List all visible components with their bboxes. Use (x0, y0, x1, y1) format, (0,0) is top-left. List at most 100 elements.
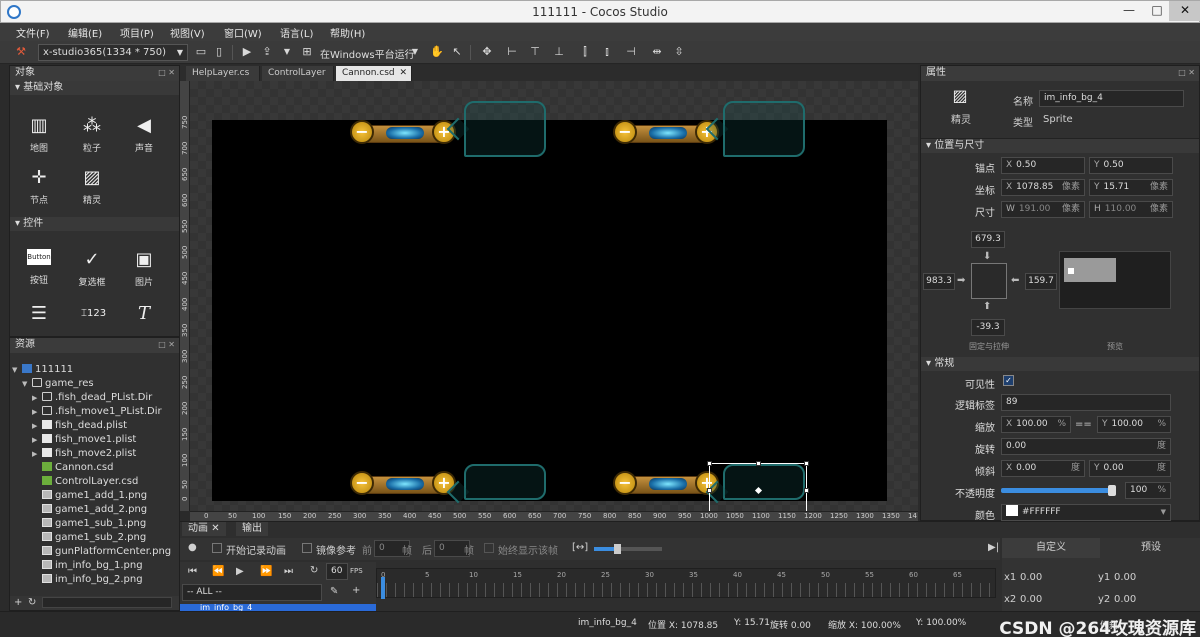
move-icon[interactable]: ✥ (480, 45, 494, 59)
info-background[interactable] (723, 101, 805, 157)
tab-controllayer[interactable]: ControlLayer (262, 66, 334, 81)
object-particle[interactable]: ⁂ 粒子 (67, 115, 117, 154)
panel-controls-icon[interactable]: □ ✕ (158, 66, 175, 80)
info-background[interactable] (464, 464, 546, 500)
anchor-x-input[interactable]: X 0.50 (1001, 157, 1085, 174)
timeline-ruler[interactable]: 0 5 10 15 20 25 30 35 40 45 50 55 60 65 (376, 568, 996, 599)
fit-width-icon[interactable]: [↔] (572, 542, 588, 553)
tree-item-file[interactable]: ▶ fish_dead.plist (32, 419, 127, 433)
run-target-label[interactable]: 在Windows平台运行 (320, 46, 415, 61)
tree-item-image[interactable]: game1_add_1.png (42, 489, 147, 503)
object-map[interactable]: ▥ 地图 (14, 115, 64, 154)
basic-objects-section[interactable]: ▾ 基础对象 (10, 81, 179, 95)
cannon-controls[interactable]: − + (613, 467, 723, 503)
menu-language[interactable]: 语言(L) (280, 25, 313, 40)
tree-item-file[interactable]: ▶ fish_move1.plist (32, 433, 136, 447)
resize-handle[interactable] (707, 461, 712, 466)
tag-input[interactable]: 89 (1001, 394, 1171, 411)
add-icon[interactable]: + (352, 585, 360, 596)
onion-checkbox[interactable] (302, 543, 312, 553)
filter-select[interactable]: -- ALL -- (182, 584, 322, 601)
loop-icon[interactable]: ↻ (310, 565, 318, 576)
visible-checkbox[interactable]: ✓ (1003, 375, 1014, 386)
export-icon[interactable]: ⇪ (260, 45, 274, 59)
tree-item-folder[interactable]: ▼ game_res (22, 377, 94, 391)
device-select[interactable]: x-studio365(1334 * 750) ▼ (38, 44, 188, 61)
first-frame-icon[interactable]: ⏮ (188, 566, 197, 577)
opacity-slider[interactable] (1001, 485, 1116, 496)
rotation-input[interactable]: 0.00 度 (1001, 438, 1171, 455)
hand-tool-icon[interactable]: ✋ (430, 45, 444, 59)
resize-handle[interactable] (804, 461, 809, 466)
landscape-icon[interactable]: ▭ (194, 45, 208, 59)
minus-icon[interactable]: − (613, 471, 637, 495)
resize-handle[interactable] (707, 488, 712, 493)
pin-up-icon[interactable]: ⬆ (983, 301, 991, 312)
tree-item-image[interactable]: gunPlatformCenter.png (42, 545, 171, 559)
design-stage[interactable] (212, 120, 887, 501)
anchor-y-input[interactable]: Y 0.50 (1089, 157, 1173, 174)
play-icon[interactable]: ▶ (236, 566, 244, 577)
tab-custom[interactable]: 自定义 (1002, 538, 1100, 558)
tree-item-image[interactable]: game1_add_2.png (42, 503, 147, 517)
opacity-slider-handle[interactable] (1108, 485, 1116, 496)
tab-animation[interactable]: 动画 ✕ (182, 522, 226, 536)
pin-down-icon[interactable]: ⬇ (983, 251, 991, 262)
cannon-controls[interactable]: − + (350, 467, 460, 503)
margin-right-field[interactable]: 159.7 (1025, 273, 1057, 290)
menu-project[interactable]: 项目(P) (120, 25, 154, 40)
x2-value[interactable]: 0.00 (1020, 594, 1042, 605)
align-bottom-icon[interactable]: ⊥ (552, 45, 566, 59)
panel-controls-icon[interactable]: □ ✕ (1178, 66, 1195, 80)
record-checkbox[interactable] (212, 543, 222, 553)
menu-edit[interactable]: 编辑(E) (68, 25, 102, 40)
close-icon[interactable]: ✕ (211, 523, 219, 534)
menu-window[interactable]: 窗口(W) (224, 25, 262, 40)
tree-item-image[interactable]: im_info_bg_2.png (42, 573, 143, 587)
pencil-icon[interactable]: ✎ (330, 586, 338, 597)
next-frame-icon[interactable]: ⏩ (260, 566, 272, 577)
minus-icon[interactable]: − (350, 471, 374, 495)
minimize-button[interactable]: — (1115, 1, 1143, 21)
color-picker[interactable]: #FFFFFF ▼ (1001, 504, 1171, 521)
tree-item-csd[interactable]: ControlLayer.csd (42, 475, 138, 489)
anchor-point-icon[interactable] (754, 486, 763, 495)
minus-icon[interactable]: − (350, 120, 374, 144)
y1-value[interactable]: 0.00 (1114, 572, 1136, 583)
tree-item-csd[interactable]: Cannon.csd (42, 461, 113, 475)
lock-ratio-toggle[interactable]: == (1075, 419, 1092, 430)
scene-canvas[interactable]: 750 700 650 600 550 500 450 400 350 300 … (180, 81, 918, 521)
skew-y-input[interactable]: Y 0.00 度 (1089, 460, 1171, 477)
size-w-input[interactable]: W 191.00 像素 (1001, 201, 1085, 218)
pin-left-icon[interactable]: ⬅ (1011, 275, 1019, 286)
opacity-input[interactable]: 100% (1125, 482, 1171, 499)
select-tool-icon[interactable]: ↖ (450, 45, 464, 59)
control-button[interactable]: Button 按钮 (14, 249, 64, 286)
refresh-icon[interactable]: ↻ (28, 597, 36, 608)
name-input[interactable]: im_info_bg_4 (1039, 90, 1184, 107)
tree-item-file[interactable]: ▶ fish_move2.plist (32, 447, 136, 461)
control-textatlas[interactable]: ⌶123 (67, 303, 117, 329)
general-section[interactable]: ▾ 常规 (921, 357, 1199, 371)
object-sprite[interactable]: ▨ 精灵 (67, 167, 117, 206)
tree-item-image[interactable]: game1_sub_1.png (42, 517, 146, 531)
tree-item-folder[interactable]: ▶ .fish_dead_PList.Dir (32, 391, 152, 405)
publish-icon[interactable]: ⚒ (14, 45, 28, 59)
position-x-input[interactable]: X 1078.85 像素 (1001, 179, 1085, 196)
zoom-slider[interactable] (594, 544, 662, 554)
align-left-icon[interactable]: ⊢ (505, 45, 519, 59)
prev-frame-icon[interactable]: ⏪ (212, 566, 224, 577)
close-button[interactable]: ✕ (1169, 1, 1200, 21)
menu-help[interactable]: 帮助(H) (330, 25, 365, 40)
play-icon[interactable]: ▶ (240, 45, 254, 59)
minus-icon[interactable]: − (613, 120, 637, 144)
tree-item-folder[interactable]: ▶ .fish_move1_PList.Dir (32, 405, 162, 419)
position-y-input[interactable]: Y 15.71 像素 (1089, 179, 1173, 196)
fps-input[interactable]: 60 (326, 563, 348, 580)
menu-view[interactable]: 视图(V) (170, 25, 205, 40)
margin-top-field[interactable]: 679.3 (971, 231, 1005, 248)
position-size-section[interactable]: ▾ 位置与尺寸 (921, 139, 1199, 153)
zoom-handle[interactable] (614, 544, 621, 554)
margin-left-field[interactable]: 983.3 (923, 273, 955, 290)
chevron-down-icon[interactable]: ▼ (408, 45, 422, 59)
